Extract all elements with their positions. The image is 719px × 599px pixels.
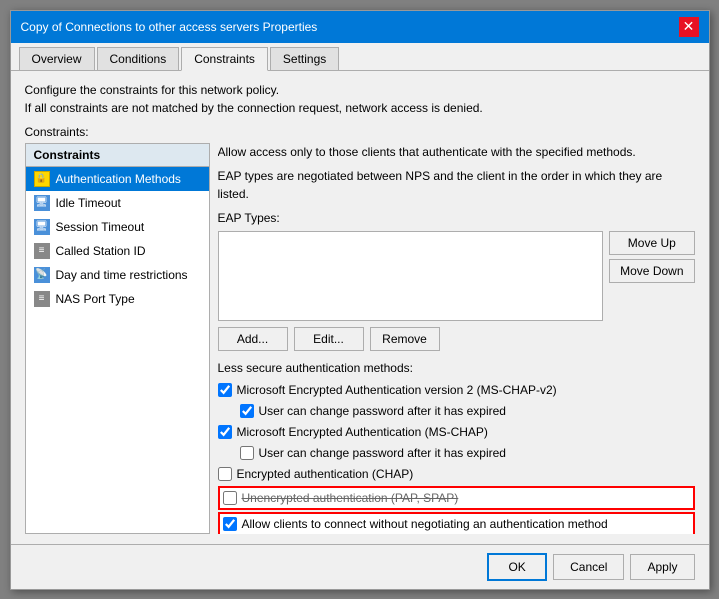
checkbox-no-auth[interactable] <box>223 517 237 531</box>
dialog-title: Copy of Connections to other access serv… <box>21 20 318 34</box>
checkbox-pap-label: Unencrypted authentication (PAP, SPAP) <box>242 489 459 507</box>
checkbox-row-pap-highlighted: Unencrypted authentication (PAP, SPAP) <box>218 486 695 510</box>
checkbox-row-mschap: Microsoft Encrypted Authentication (MS-C… <box>218 423 695 441</box>
session-icon: 🖥 <box>34 219 50 235</box>
checkbox-row-chap: Encrypted authentication (CHAP) <box>218 465 695 483</box>
remove-button[interactable]: Remove <box>370 327 440 351</box>
checkbox-row-no-auth: Allow clients to connect without negotia… <box>218 512 695 534</box>
ok-button[interactable]: OK <box>487 553 547 581</box>
right-panel: Allow access only to those clients that … <box>218 143 695 534</box>
sidebar-item-label: Authentication Methods <box>56 172 181 186</box>
checkbox-mschap[interactable] <box>218 425 232 439</box>
sidebar-item-label: Idle Timeout <box>56 196 121 210</box>
checkbox-row-mschapv2: Microsoft Encrypted Authentication versi… <box>218 381 695 399</box>
checkbox-mschapv2[interactable] <box>218 383 232 397</box>
right-content: Allow access only to those clients that … <box>218 143 695 534</box>
tab-constraints[interactable]: Constraints <box>181 47 268 71</box>
tab-settings[interactable]: Settings <box>270 47 339 70</box>
eap-label: EAP Types: <box>218 209 695 227</box>
description-block: Configure the constraints for this netwo… <box>25 81 695 117</box>
sidebar-item-day-time[interactable]: 📡 Day and time restrictions <box>26 263 209 287</box>
called-icon: ≡ <box>34 243 50 259</box>
close-button[interactable]: ✕ <box>679 17 699 37</box>
checkbox-change-pwd1[interactable] <box>240 404 254 418</box>
tab-bar: Overview Conditions Constraints Settings <box>11 43 709 71</box>
checkbox-change-pwd2[interactable] <box>240 446 254 460</box>
nas-icon: ≡ <box>34 291 50 307</box>
content-area: Constraints 🔒 Authentication Methods 🖥 I… <box>25 143 695 534</box>
checkbox-chap[interactable] <box>218 467 232 481</box>
checkbox-mschap-label: Microsoft Encrypted Authentication (MS-C… <box>237 423 488 441</box>
sidebar-item-authentication-methods[interactable]: 🔒 Authentication Methods <box>26 167 209 191</box>
constraints-label: Constraints: <box>25 125 695 139</box>
add-edit-remove-buttons: Add... Edit... Remove <box>218 327 695 351</box>
dialog-footer: OK Cancel Apply <box>11 544 709 589</box>
auth-icon: 🔒 <box>34 171 50 187</box>
title-bar: Copy of Connections to other access serv… <box>11 11 709 43</box>
eap-listbox[interactable] <box>218 231 604 321</box>
eap-area: Move Up Move Down <box>218 231 695 321</box>
dialog-window: Copy of Connections to other access serv… <box>10 10 710 590</box>
auth-desc2: EAP types are negotiated between NPS and… <box>218 167 695 203</box>
less-secure-label: Less secure authentication methods: <box>218 359 695 377</box>
dialog-body: Configure the constraints for this netwo… <box>11 71 709 544</box>
sidebar-item-label: Day and time restrictions <box>56 268 188 282</box>
tab-overview[interactable]: Overview <box>19 47 95 70</box>
checkbox-row-change-pwd2: User can change password after it has ex… <box>240 444 695 462</box>
day-icon: 📡 <box>34 267 50 283</box>
sidebar-item-nas-port-type[interactable]: ≡ NAS Port Type <box>26 287 209 311</box>
sidebar-item-session-timeout[interactable]: 🖥 Session Timeout <box>26 215 209 239</box>
idle-icon: 🖥 <box>34 195 50 211</box>
checkbox-chap-label: Encrypted authentication (CHAP) <box>237 465 414 483</box>
cancel-button[interactable]: Cancel <box>553 554 624 580</box>
eap-move-buttons: Move Up Move Down <box>609 231 694 321</box>
description-line2: If all constraints are not matched by th… <box>25 99 695 117</box>
sidebar-item-idle-timeout[interactable]: 🖥 Idle Timeout <box>26 191 209 215</box>
constraints-list-header: Constraints <box>26 144 209 167</box>
checkbox-row-change-pwd1: User can change password after it has ex… <box>240 402 695 420</box>
edit-button[interactable]: Edit... <box>294 327 364 351</box>
auth-desc1: Allow access only to those clients that … <box>218 143 695 161</box>
checkbox-change-pwd2-label: User can change password after it has ex… <box>259 444 506 462</box>
sidebar-item-label: Called Station ID <box>56 244 146 258</box>
tab-conditions[interactable]: Conditions <box>97 47 180 70</box>
move-down-button[interactable]: Move Down <box>609 259 694 283</box>
checkbox-change-pwd1-label: User can change password after it has ex… <box>259 402 506 420</box>
checkbox-mschapv2-label: Microsoft Encrypted Authentication versi… <box>237 381 557 399</box>
description-line1: Configure the constraints for this netwo… <box>25 81 695 99</box>
sidebar-item-label: Session Timeout <box>56 220 145 234</box>
constraints-list: Constraints 🔒 Authentication Methods 🖥 I… <box>25 143 210 534</box>
sidebar-item-called-station-id[interactable]: ≡ Called Station ID <box>26 239 209 263</box>
move-up-button[interactable]: Move Up <box>609 231 694 255</box>
add-button[interactable]: Add... <box>218 327 288 351</box>
sidebar-item-label: NAS Port Type <box>56 292 135 306</box>
checkbox-no-auth-label: Allow clients to connect without negotia… <box>242 515 608 533</box>
apply-button[interactable]: Apply <box>630 554 694 580</box>
checkbox-pap[interactable] <box>223 491 237 505</box>
